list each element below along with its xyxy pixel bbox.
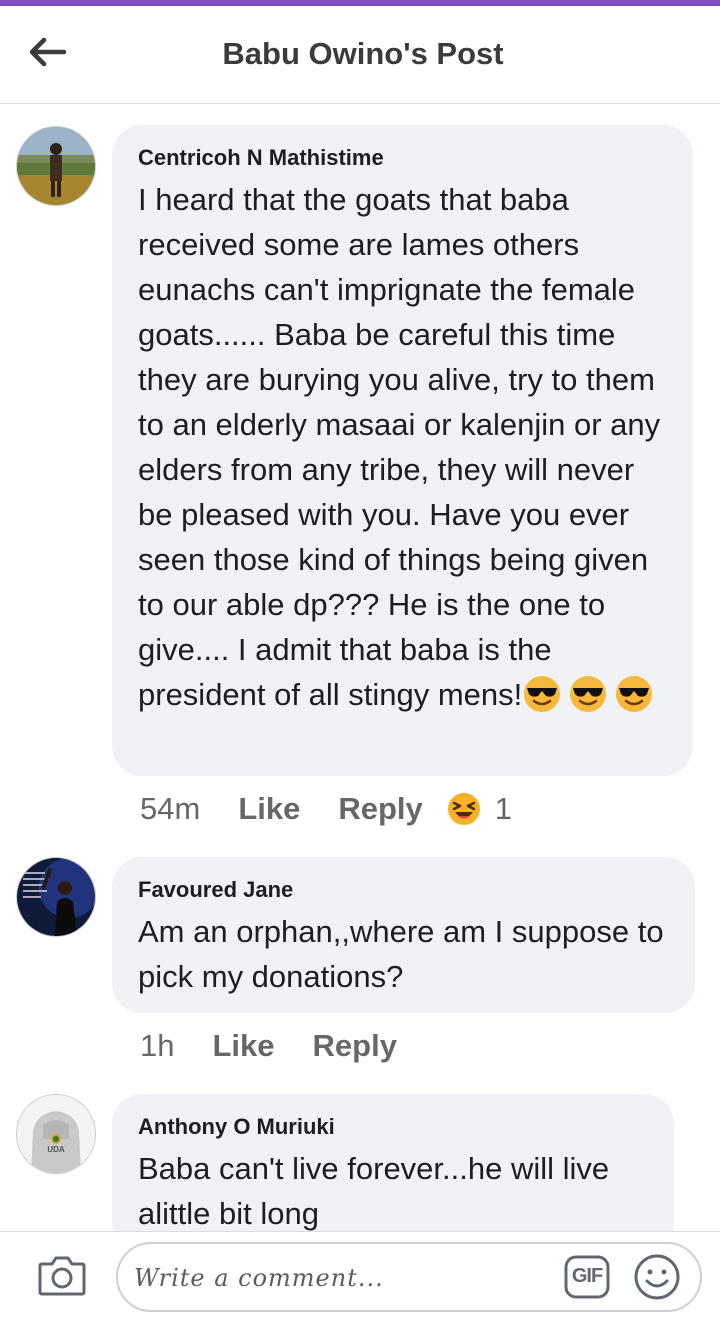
profile-photo	[17, 127, 95, 205]
comment-text: Baba can't live forever...he will live a…	[138, 1151, 610, 1231]
laughing-squinting-face-icon	[447, 793, 480, 825]
comment-bubble: Centricoh N Mathistime I heard that the …	[112, 125, 693, 776]
comment-timestamp[interactable]: 1h	[140, 1028, 174, 1064]
comment-actions: 1h Like Reply	[140, 1028, 435, 1064]
comment-input-placeholder: Write a comment...	[134, 1264, 384, 1292]
camera-icon	[38, 1256, 86, 1296]
camera-button[interactable]	[36, 1250, 88, 1300]
avatar[interactable]	[16, 857, 96, 937]
comment-bubble: Anthony O Muriuki Baba can't live foreve…	[112, 1094, 674, 1254]
page-title: Babu Owino's Post	[222, 36, 504, 71]
comment-author[interactable]: Favoured Jane	[138, 877, 669, 903]
hoodie-logo-text: UDA	[47, 1145, 65, 1154]
comment-bubble: Favoured Jane Am an orphan,,where am I s…	[112, 857, 695, 1013]
comment-text: Am an orphan,,where am I suppose to pick…	[138, 914, 664, 994]
smiling-face-with-sunglasses-icon	[524, 675, 561, 712]
like-button[interactable]: Like	[212, 1028, 274, 1064]
reply-button[interactable]: Reply	[338, 791, 422, 827]
like-button[interactable]: Like	[238, 791, 300, 827]
comment-body: I heard that the goats that baba receive…	[138, 182, 661, 712]
smiling-face-with-sunglasses-icon	[570, 675, 607, 712]
profile-photo	[17, 858, 95, 936]
reaction-count: 1	[494, 791, 513, 826]
comment-actions: 54m Like Reply 1	[140, 791, 512, 827]
emoji-group	[522, 674, 654, 720]
comment-timestamp[interactable]: 54m	[140, 791, 200, 827]
comment-input[interactable]: Write a comment... GIF	[116, 1242, 702, 1312]
comment-text: I heard that the goats that baba receive…	[138, 177, 667, 720]
gif-button[interactable]: GIF	[563, 1254, 611, 1300]
reaction-summary[interactable]: 1	[447, 791, 512, 827]
reply-button[interactable]: Reply	[313, 1028, 397, 1064]
avatar[interactable]: UDA	[16, 1094, 96, 1174]
gif-label: GIF	[571, 1265, 603, 1287]
smiling-face-with-sunglasses-icon	[616, 675, 653, 712]
profile-photo: UDA	[17, 1095, 95, 1173]
smiley-icon	[634, 1254, 680, 1300]
post-header: Babu Owino's Post	[0, 6, 720, 104]
comment-author[interactable]: Centricoh N Mathistime	[138, 145, 667, 171]
avatar[interactable]	[16, 126, 96, 206]
comment-composer: Write a comment... GIF	[0, 1231, 720, 1324]
emoji-button[interactable]	[632, 1252, 682, 1302]
comment-author[interactable]: Anthony O Muriuki	[138, 1114, 648, 1140]
